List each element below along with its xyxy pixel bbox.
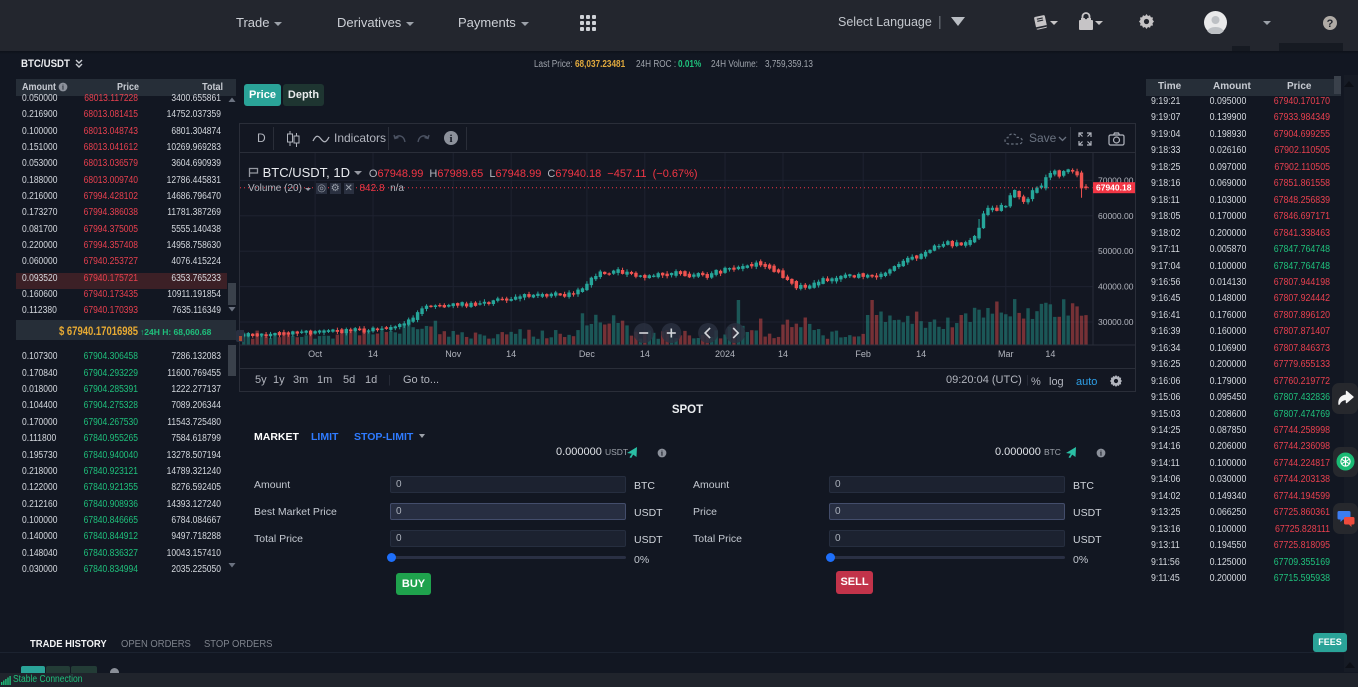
svg-text:14: 14 bbox=[1045, 349, 1055, 359]
svg-text:Feb: Feb bbox=[855, 349, 871, 359]
svg-text:Dec: Dec bbox=[579, 349, 596, 359]
svg-text:i: i bbox=[449, 133, 452, 145]
svg-text:Mar: Mar bbox=[998, 349, 1014, 359]
svg-text:14: 14 bbox=[506, 349, 516, 359]
svg-text:30000.00: 30000.00 bbox=[1098, 317, 1134, 327]
svg-text:?: ? bbox=[1327, 18, 1334, 30]
svg-text:60000.00: 60000.00 bbox=[1098, 211, 1134, 221]
svg-text:i: i bbox=[661, 451, 663, 458]
svg-text:14: 14 bbox=[368, 349, 378, 359]
svg-text:50000.00: 50000.00 bbox=[1098, 246, 1134, 256]
svg-text:40000.00: 40000.00 bbox=[1098, 282, 1134, 292]
svg-text:Nov: Nov bbox=[445, 349, 462, 359]
svg-text:67940.18: 67940.18 bbox=[1096, 183, 1132, 193]
svg-text:14: 14 bbox=[640, 349, 650, 359]
svg-text:Oct: Oct bbox=[308, 349, 323, 359]
svg-text:i: i bbox=[1100, 451, 1102, 458]
svg-text:14: 14 bbox=[916, 349, 926, 359]
svg-text:14: 14 bbox=[778, 349, 788, 359]
svg-text:2024: 2024 bbox=[715, 349, 735, 359]
